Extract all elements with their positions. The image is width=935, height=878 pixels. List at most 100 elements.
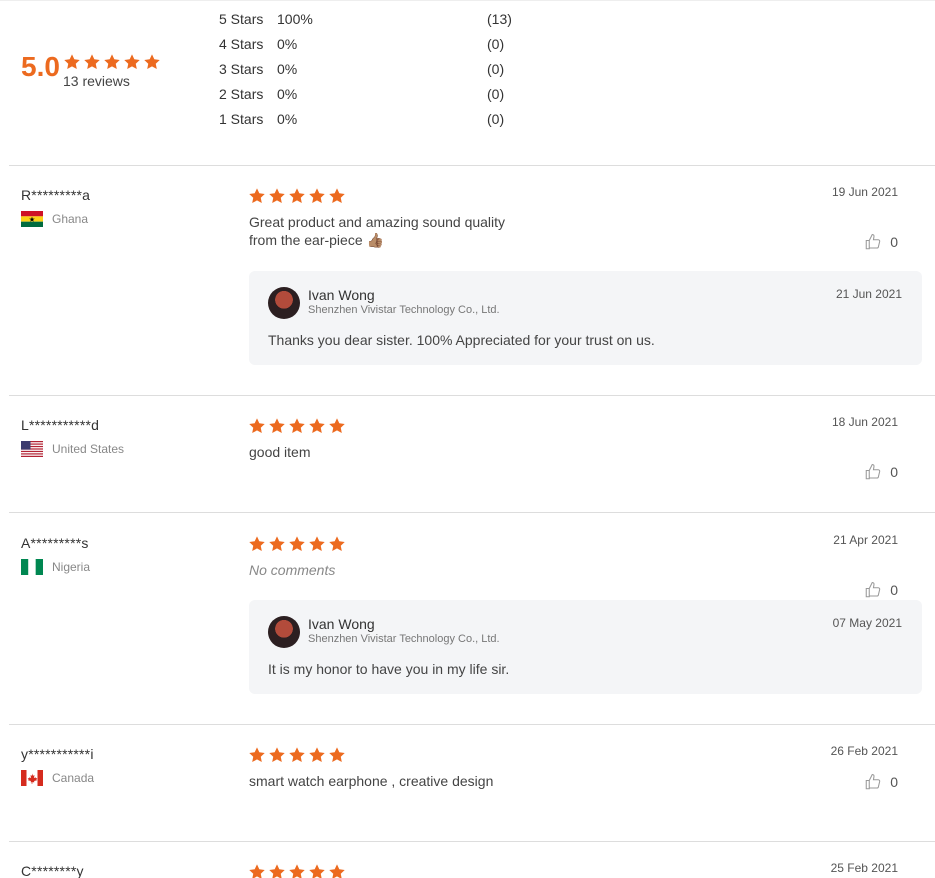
star-icon	[268, 187, 286, 205]
review-date: 21 Apr 2021	[833, 533, 898, 547]
rating-row-count: (0)	[487, 36, 505, 52]
helpful-button[interactable]: 0	[864, 773, 898, 791]
rating-row-percent: 100%	[277, 11, 313, 27]
thumbs-up-icon	[864, 233, 882, 251]
reply-text: It is my honor to have you in my life si…	[268, 661, 510, 677]
seller-company: Shenzhen Vivistar Technology Co., Ltd.	[308, 304, 500, 316]
star-icon	[248, 535, 266, 553]
reviewer-country: Nigeria	[21, 559, 90, 575]
reply-date: 07 May 2021	[832, 616, 902, 630]
rating-row-percent: 0%	[277, 36, 298, 52]
rating-row-count: (0)	[487, 86, 505, 102]
seller-avatar	[268, 287, 300, 319]
reply-date: 21 Jun 2021	[835, 287, 902, 301]
reviewer-name: A*********s	[21, 535, 89, 551]
star-icon	[268, 746, 286, 764]
country-name: United States	[52, 442, 125, 456]
us-flag-icon	[21, 441, 43, 457]
review-comment: smart watch earphone , creative design	[249, 773, 494, 789]
country-name: Ghana	[52, 212, 89, 226]
divider	[9, 841, 935, 842]
review-date: 18 Jun 2021	[831, 415, 898, 429]
reviewer-name: L***********d	[21, 417, 100, 433]
review-date: 25 Feb 2021	[830, 861, 898, 875]
reviewer-name: y***********i	[21, 746, 94, 762]
thumbs-up-icon	[864, 581, 882, 599]
star-icon	[328, 417, 346, 435]
reviewer-name: C********y	[21, 863, 84, 878]
divider	[9, 512, 935, 513]
country-name: Canada	[52, 771, 95, 785]
star-icon	[248, 746, 266, 764]
helpful-count: 0	[890, 234, 898, 250]
reply-text: Thanks you dear sister. 100% Appreciated…	[268, 332, 655, 348]
review-stars	[248, 863, 346, 878]
review-stars	[248, 746, 346, 764]
helpful-count: 0	[890, 774, 898, 790]
average-rating: 5.0	[21, 51, 60, 82]
star-icon	[83, 53, 101, 71]
helpful-button[interactable]: 0	[864, 463, 898, 481]
star-icon	[288, 187, 306, 205]
rating-summary: 5.0 13 reviews 5 Stars 100% (13) 4 Stars…	[0, 0, 935, 166]
nigeria-flag-icon	[21, 559, 43, 575]
reviewer-country: Ghana	[21, 211, 88, 227]
country-name: Nigeria	[52, 560, 91, 574]
rating-row-count: (0)	[487, 61, 505, 77]
star-icon	[248, 417, 266, 435]
star-icon	[308, 535, 326, 553]
rating-row-percent: 0%	[277, 61, 298, 77]
reviewer-country: United States	[21, 441, 124, 457]
divider	[9, 395, 935, 396]
seller-reply: Ivan Wong Shenzhen Vivistar Technology C…	[249, 271, 922, 365]
star-icon	[328, 535, 346, 553]
review-comment: Great product and amazing sound quality …	[249, 214, 506, 248]
rating-row-label: 4 Stars	[219, 36, 264, 52]
rating-row-percent: 0%	[277, 111, 298, 127]
star-icon	[248, 863, 266, 878]
seller-name: Ivan Wong	[308, 616, 375, 632]
rating-row-count: (13)	[487, 11, 512, 27]
star-icon	[288, 535, 306, 553]
star-icon	[103, 53, 121, 71]
helpful-count: 0	[890, 464, 898, 480]
thumbs-up-icon	[864, 463, 882, 481]
star-icon	[308, 417, 326, 435]
helpful-button[interactable]: 0	[864, 233, 898, 251]
star-icon	[248, 187, 266, 205]
reviewer-country: Canada	[21, 770, 94, 786]
average-stars	[63, 53, 161, 71]
rating-row-label: 3 Stars	[219, 61, 264, 77]
star-icon	[308, 863, 326, 878]
helpful-count: 0	[890, 582, 898, 598]
rating-row-percent: 0%	[277, 86, 298, 102]
divider	[9, 165, 935, 166]
star-icon	[268, 535, 286, 553]
review-stars	[248, 535, 346, 553]
review-comment: good item	[249, 444, 311, 460]
star-icon	[143, 53, 161, 71]
seller-reply: Ivan Wong Shenzhen Vivistar Technology C…	[249, 600, 922, 694]
helpful-button[interactable]: 0	[864, 581, 898, 599]
canada-flag-icon	[21, 770, 43, 786]
review-date: 19 Jun 2021	[831, 185, 898, 199]
seller-name: Ivan Wong	[308, 287, 375, 303]
review-date: 26 Feb 2021	[830, 744, 898, 758]
star-icon	[288, 417, 306, 435]
rating-row-label: 1 Stars	[219, 111, 264, 127]
star-icon	[308, 187, 326, 205]
star-icon	[308, 746, 326, 764]
ghana-flag-icon	[21, 211, 43, 227]
star-icon	[288, 746, 306, 764]
total-reviews: 13 reviews	[63, 73, 130, 89]
review-stars	[248, 187, 346, 205]
star-icon	[268, 417, 286, 435]
star-icon	[268, 863, 286, 878]
star-icon	[288, 863, 306, 878]
seller-avatar	[268, 616, 300, 648]
rating-row-label: 5 Stars	[219, 11, 264, 27]
review-comment: No comments	[249, 562, 336, 578]
star-icon	[328, 187, 346, 205]
rating-row-count: (0)	[487, 111, 505, 127]
star-icon	[123, 53, 141, 71]
